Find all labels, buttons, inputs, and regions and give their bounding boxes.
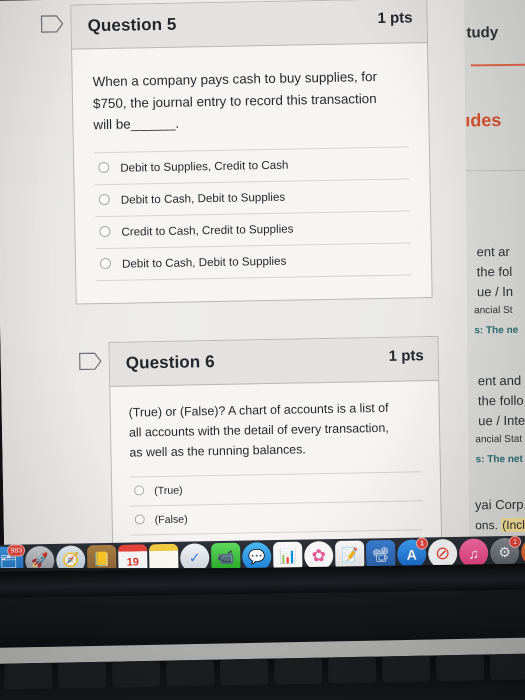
app-store-icon-glyph: A bbox=[406, 546, 417, 563]
radio-button-icon[interactable] bbox=[98, 194, 110, 206]
contacts-icon-glyph: 📒 bbox=[92, 550, 111, 568]
question-6-text: (True) or (False)? A chart of accounts i… bbox=[128, 400, 389, 460]
sidebar-text-ons-inclu: ons. (Inclu bbox=[475, 517, 525, 532]
answer-label: Credit to Cash, Credit to Supplies bbox=[121, 222, 294, 239]
keyboard-key bbox=[219, 658, 269, 686]
sidebar-text-yai-corp: yai Corp. bbox=[474, 496, 525, 513]
keyboard-key bbox=[381, 655, 431, 683]
sidebar-text-the-net: s: The net bbox=[475, 453, 523, 466]
question-5-title: Question 5 bbox=[87, 14, 177, 36]
sidebar-text-tudy: tudy bbox=[466, 24, 499, 42]
question-card-5: Question 5 1 pts When a company pays cas… bbox=[70, 0, 433, 305]
sidebar-text-ancial-stat: ancial Stat bbox=[475, 433, 523, 446]
keyboard-key bbox=[3, 662, 53, 690]
question-5-header: Question 5 1 pts bbox=[71, 0, 428, 50]
keyboard-key bbox=[327, 656, 377, 684]
keyboard-key bbox=[57, 661, 107, 689]
answer-option[interactable]: Debit to Cash, Debit to Supplies bbox=[95, 242, 412, 282]
do-not-disturb-icon-glyph: ⊘ bbox=[434, 543, 451, 564]
question-5-answers: Debit to Supplies, Credit to Cash Debit … bbox=[93, 146, 412, 282]
laptop-screen-photo: tudy ıdes ent ar the fol ue / In ancial … bbox=[0, 0, 525, 700]
radio-button-icon[interactable] bbox=[134, 514, 145, 525]
question-6-answers: (True) (False) bbox=[129, 471, 423, 536]
question-5-text: When a company pays cash to buy supplies… bbox=[92, 68, 378, 133]
sidebar-text-ue-inte: ue / Inte bbox=[478, 412, 525, 429]
question-6-body: (True) or (False)? A chart of accounts i… bbox=[110, 381, 441, 542]
right-document-panel: tudy ıdes ent ar the fol ue / In ancial … bbox=[464, 0, 525, 556]
calendar-icon-glyph: 19 bbox=[126, 556, 140, 569]
app-store-badge: 1 bbox=[415, 537, 429, 550]
answer-label: (False) bbox=[154, 513, 188, 527]
sidebar-text-the-fol: the fol bbox=[476, 263, 513, 280]
answer-label: Debit to Supplies, Credit to Cash bbox=[120, 158, 289, 175]
keyboard-key bbox=[489, 653, 525, 681]
answer-label: Debit to Cash, Debit to Supplies bbox=[120, 190, 286, 207]
radio-button-icon[interactable] bbox=[99, 226, 111, 238]
question-6-points: 1 pts bbox=[388, 347, 424, 365]
sidebar-text-ancial-st: ancial St bbox=[474, 304, 513, 317]
answer-label: (True) bbox=[154, 484, 183, 498]
facetime-icon-glyph: 📹 bbox=[216, 548, 235, 566]
flag-outline-icon[interactable] bbox=[79, 352, 103, 371]
question-5-points: 1 pts bbox=[377, 9, 413, 27]
question-5-body: When a company pays cash to buy supplies… bbox=[72, 43, 431, 290]
question-6-title: Question 6 bbox=[125, 352, 215, 373]
sidebar-text-ent-ar: ent ar bbox=[476, 243, 510, 260]
radio-button-icon[interactable] bbox=[134, 485, 145, 496]
sidebar-text-ent-and: ent and bbox=[477, 372, 522, 389]
radio-button-icon[interactable] bbox=[98, 162, 110, 174]
reminders-icon-glyph: ✓ bbox=[188, 549, 201, 566]
books-icon[interactable]: 📖 bbox=[520, 537, 525, 567]
question-card-6: Question 6 1 pts (True) or (False)? A ch… bbox=[108, 335, 443, 547]
finder-badge: 983 bbox=[7, 544, 26, 557]
keynote-icon-glyph: 📽 bbox=[371, 546, 390, 563]
answer-option[interactable]: (False) bbox=[130, 500, 423, 536]
question-6-header: Question 6 1 pts bbox=[109, 336, 439, 387]
messages-icon-glyph: 💬 bbox=[247, 548, 266, 565]
keyboard-key bbox=[435, 654, 485, 682]
numbers-icon-glyph: 📊 bbox=[278, 547, 297, 564]
itunes-music-icon-glyph: ♫ bbox=[468, 545, 480, 562]
keyboard-key bbox=[111, 660, 161, 688]
radio-button-icon[interactable] bbox=[99, 258, 112, 270]
sidebar-text-the-ne: s: The ne bbox=[474, 324, 519, 337]
pages-icon-glyph: 📝 bbox=[340, 546, 359, 563]
photos-icon-glyph: ✿ bbox=[311, 545, 327, 565]
safari-icon-glyph: 🧭 bbox=[61, 551, 80, 568]
sidebar-text-ides: ıdes bbox=[465, 110, 502, 131]
keyboard-key bbox=[273, 657, 323, 685]
screen-area: tudy ıdes ent ar the fol ue / In ancial … bbox=[0, 0, 525, 564]
system-preferences-icon-glyph: ⚙ bbox=[498, 543, 512, 561]
answer-label: Debit to Cash, Debit to Supplies bbox=[121, 254, 287, 271]
flag-outline-icon[interactable] bbox=[40, 15, 64, 33]
system-preferences-badge: 1 bbox=[508, 535, 522, 548]
sidebar-text-the-follo: the follo bbox=[477, 392, 524, 409]
sidebar-text-ue-in: ue / In bbox=[476, 283, 514, 300]
keyboard-key bbox=[165, 659, 215, 687]
launchpad-icon-glyph: 🚀 bbox=[30, 552, 49, 569]
